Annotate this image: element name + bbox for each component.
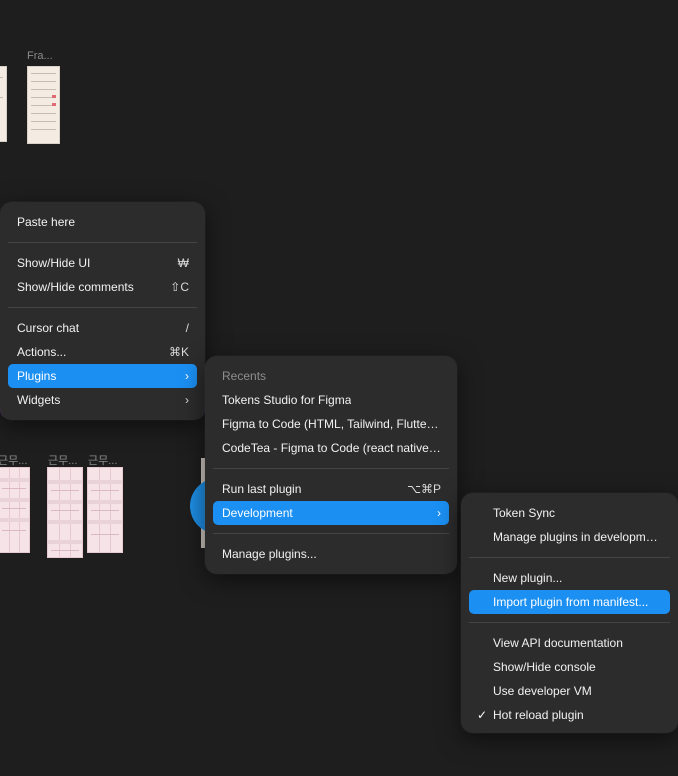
menu-item-show-hide-console[interactable]: Show/Hide console [469, 655, 670, 679]
frame-thumbnail[interactable] [47, 467, 83, 558]
menu-item-recent-plugin[interactable]: Tokens Studio for Figma [213, 388, 449, 412]
menu-item-import-plugin-from-manifest[interactable]: Import plugin from manifest... [469, 590, 670, 614]
chevron-right-icon: › [185, 393, 189, 407]
frame-label: 근무... [88, 455, 118, 467]
frame-label: 근무... [0, 455, 28, 467]
menu-item-actions[interactable]: Actions... ⌘K [8, 340, 197, 364]
menu-item-view-api-documentation[interactable]: View API documentation [469, 631, 670, 655]
shortcut-hint: ⌥⌘P [407, 482, 441, 496]
menu-item-new-plugin[interactable]: New plugin... [469, 566, 670, 590]
menu-item-recent-plugin[interactable]: Figma to Code (HTML, Tailwind, Flutter, … [213, 412, 449, 436]
menu-item-plugins[interactable]: Plugins › [8, 364, 197, 388]
menu-item-run-last-plugin[interactable]: Run last plugin ⌥⌘P [213, 477, 449, 501]
menu-item-hot-reload-plugin[interactable]: ✓ Hot reload plugin [469, 703, 670, 727]
frame-thumbnail[interactable] [87, 467, 123, 553]
chevron-right-icon: › [437, 506, 441, 520]
frame-label: Fra... [27, 50, 53, 62]
shortcut-hint: ⇧C [170, 280, 189, 294]
development-submenu: Token Sync Manage plugins in development… [461, 493, 678, 733]
frame-thumbnail[interactable] [27, 66, 60, 144]
menu-item-widgets[interactable]: Widgets › [8, 388, 197, 412]
menu-separator [8, 307, 197, 308]
menu-item-show-hide-comments[interactable]: Show/Hide comments ⇧C [8, 275, 197, 299]
checkmark-icon: ✓ [477, 708, 488, 722]
menu-item-show-hide-ui[interactable]: Show/Hide UI ₩ [8, 251, 197, 275]
menu-separator [469, 622, 670, 623]
plugins-submenu: Recents Tokens Studio for Figma Figma to… [205, 356, 457, 574]
menu-item-manage-plugins-in-development[interactable]: Manage plugins in development [469, 525, 670, 549]
shortcut-hint: ₩ [177, 256, 189, 270]
menu-item-development[interactable]: Development › [213, 501, 449, 525]
menu-separator [213, 468, 449, 469]
menu-separator [8, 242, 197, 243]
menu-item-manage-plugins[interactable]: Manage plugins... [213, 542, 449, 566]
menu-item-use-developer-vm[interactable]: Use developer VM [469, 679, 670, 703]
frame-thumbnail-partial[interactable] [0, 66, 7, 142]
chevron-right-icon: › [185, 369, 189, 383]
menu-item-paste-here[interactable]: Paste here [8, 210, 197, 234]
shortcut-hint: / [185, 321, 189, 335]
context-menu: Paste here Show/Hide UI ₩ Show/Hide comm… [0, 202, 205, 420]
menu-item-recent-plugin[interactable]: CodeTea - Figma to Code (react native, .… [213, 436, 449, 460]
menu-item-cursor-chat[interactable]: Cursor chat / [8, 316, 197, 340]
frame-label: 근무... [48, 455, 78, 467]
menu-section-header: Recents [222, 369, 267, 383]
figma-canvas[interactable]: Fra... 근무... 근무... 근무... Paste here Show… [0, 0, 678, 776]
frame-thumbnail[interactable] [0, 467, 30, 553]
menu-item-token-sync[interactable]: Token Sync [469, 501, 670, 525]
menu-separator [469, 557, 670, 558]
shortcut-hint: ⌘K [168, 345, 189, 359]
menu-separator [213, 533, 449, 534]
